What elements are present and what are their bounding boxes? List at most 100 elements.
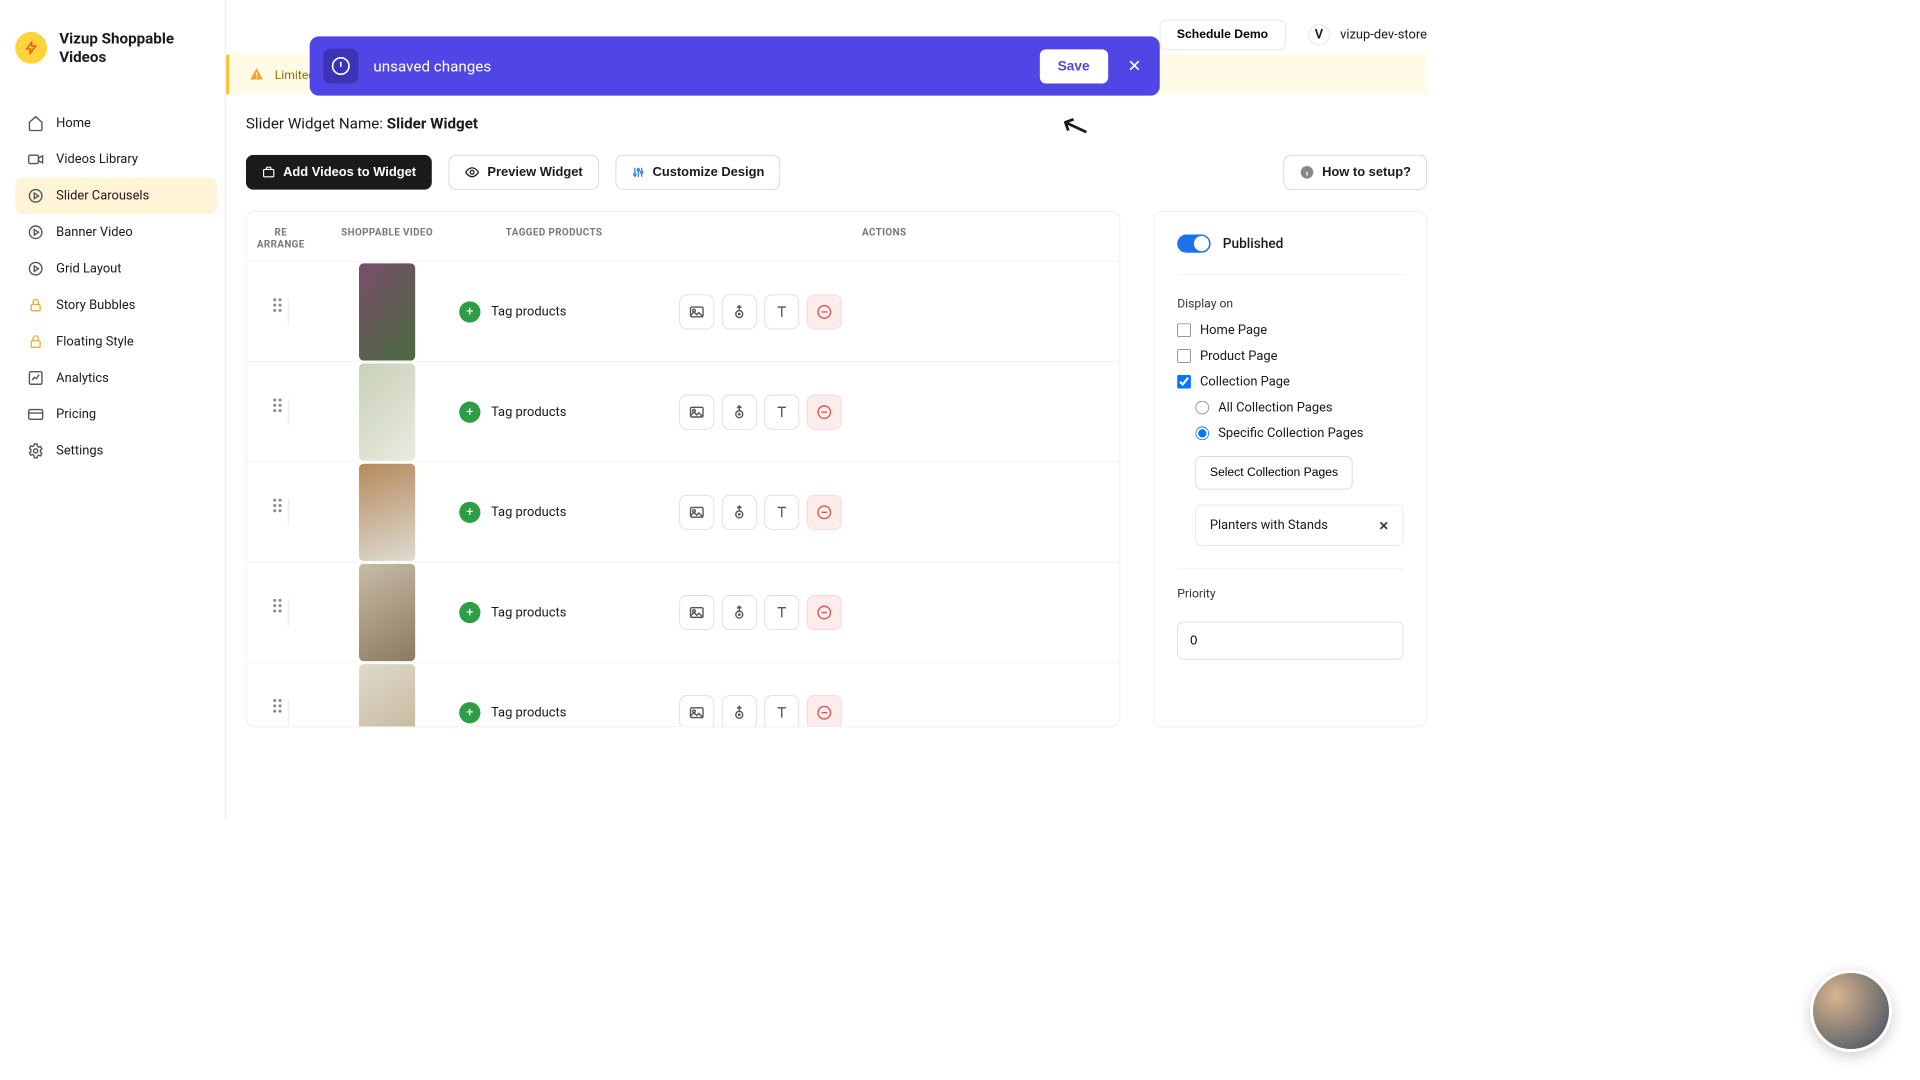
display-on-label: Display on xyxy=(1177,296,1403,310)
sidebar-item-analytics[interactable]: Analytics xyxy=(15,360,217,396)
warning-icon xyxy=(249,67,264,82)
table-header: REARRANGE SHOPPABLE VIDEO TAGGED PRODUCT… xyxy=(247,212,1120,261)
image-action-icon[interactable] xyxy=(679,394,714,429)
chart-icon xyxy=(27,370,44,387)
sidebar-item-label: Grid Layout xyxy=(56,261,121,276)
sidebar-item-videos-library[interactable]: Videos Library xyxy=(15,141,217,177)
widget-title: Slider Widget Name: Slider Widget xyxy=(246,114,1427,132)
table-row: +Tag products xyxy=(247,261,1120,361)
text-action-icon[interactable] xyxy=(764,294,799,329)
remove-chip-button[interactable]: ✕ xyxy=(1379,518,1389,532)
upload-action-icon[interactable] xyxy=(722,294,757,329)
priority-label: Priority xyxy=(1177,586,1403,600)
image-action-icon[interactable] xyxy=(679,495,714,530)
text-action-icon[interactable] xyxy=(764,394,799,429)
brand-name: Vizup Shoppable Videos xyxy=(59,29,196,67)
sidebar-item-pricing[interactable]: Pricing xyxy=(15,396,217,432)
select-collection-pages-button[interactable]: Select Collection Pages xyxy=(1195,456,1352,489)
sidebar-item-label: Settings xyxy=(56,443,103,458)
upload-action-icon[interactable] xyxy=(722,695,757,727)
specific-collection-radio[interactable]: Specific Collection Pages xyxy=(1195,426,1403,441)
dismiss-banner-button[interactable]: ✕ xyxy=(1123,57,1146,76)
add-videos-button[interactable]: Add Videos to Widget xyxy=(246,155,432,190)
sliders-icon xyxy=(631,165,645,179)
sidebar: Vizup Shoppable Videos Home Videos Libra… xyxy=(0,0,226,820)
widget-name: Slider Widget xyxy=(387,114,478,132)
schedule-demo-button[interactable]: Schedule Demo xyxy=(1159,20,1285,50)
plus-icon: + xyxy=(459,702,480,723)
drag-handle[interactable] xyxy=(247,599,315,626)
video-thumbnail[interactable] xyxy=(315,664,459,727)
sidebar-item-label: Story Bubbles xyxy=(56,298,135,313)
play-circle-icon xyxy=(27,260,44,277)
briefcase-icon xyxy=(262,165,276,179)
text-action-icon[interactable] xyxy=(764,595,799,630)
table-row: +Tag products xyxy=(247,462,1120,562)
video-thumbnail[interactable] xyxy=(315,564,459,661)
home-page-checkbox[interactable]: Home Page xyxy=(1177,323,1403,338)
col-rearrange: REARRANGE xyxy=(247,227,315,251)
image-action-icon[interactable] xyxy=(679,695,714,727)
upload-action-icon[interactable] xyxy=(722,495,757,530)
sidebar-item-slider-carousels[interactable]: Slider Carousels xyxy=(15,178,217,214)
sidebar-item-banner-video[interactable]: Banner Video xyxy=(15,214,217,250)
table-row: +Tag products xyxy=(247,562,1120,662)
sidebar-item-floating-style[interactable]: Floating Style xyxy=(15,323,217,359)
remove-action-icon[interactable] xyxy=(807,495,842,530)
tag-products-button[interactable]: +Tag products xyxy=(459,602,649,623)
remove-action-icon[interactable] xyxy=(807,695,842,727)
upload-action-icon[interactable] xyxy=(722,394,757,429)
plus-icon: + xyxy=(459,501,480,522)
tag-products-button[interactable]: +Tag products xyxy=(459,501,649,522)
unsaved-changes-banner: unsaved changes Save ✕ xyxy=(310,36,1160,95)
sidebar-item-grid-layout[interactable]: Grid Layout xyxy=(15,250,217,286)
gear-icon xyxy=(27,442,44,459)
image-action-icon[interactable] xyxy=(679,595,714,630)
published-toggle[interactable] xyxy=(1177,235,1210,253)
collection-page-checkbox[interactable]: Collection Page xyxy=(1177,374,1403,389)
tag-products-button[interactable]: +Tag products xyxy=(459,401,649,422)
brand-logo-icon xyxy=(15,32,47,64)
tag-products-button[interactable]: +Tag products xyxy=(459,301,649,322)
video-thumbnail[interactable] xyxy=(315,363,459,460)
home-icon xyxy=(27,115,44,132)
priority-input[interactable] xyxy=(1177,622,1403,660)
sidebar-item-label: Banner Video xyxy=(56,225,133,240)
unsaved-message: unsaved changes xyxy=(373,57,1024,75)
sidebar-item-settings[interactable]: Settings xyxy=(15,433,217,469)
drag-handle[interactable] xyxy=(247,298,315,325)
play-circle-icon xyxy=(27,187,44,204)
remove-action-icon[interactable] xyxy=(807,294,842,329)
how-to-setup-button[interactable]: How to setup? xyxy=(1283,155,1427,190)
text-action-icon[interactable] xyxy=(764,495,799,530)
remove-action-icon[interactable] xyxy=(807,595,842,630)
preview-widget-button[interactable]: Preview Widget xyxy=(449,155,599,190)
drag-handle[interactable] xyxy=(247,699,315,726)
tag-products-button[interactable]: +Tag products xyxy=(459,702,649,723)
chip-label: Planters with Stands xyxy=(1210,518,1328,533)
sidebar-item-home[interactable]: Home xyxy=(15,105,217,141)
drag-handle[interactable] xyxy=(247,398,315,425)
main-content: Schedule Demo V vizup-dev-store unsaved … xyxy=(226,0,1457,820)
upload-action-icon[interactable] xyxy=(722,595,757,630)
save-button[interactable]: Save xyxy=(1039,49,1107,83)
drag-handle[interactable] xyxy=(247,498,315,525)
image-action-icon[interactable] xyxy=(679,294,714,329)
text-action-icon[interactable] xyxy=(764,695,799,727)
video-thumbnail[interactable] xyxy=(315,263,459,360)
lock-icon xyxy=(27,297,44,314)
chat-support-button[interactable] xyxy=(1810,970,1892,1052)
video-thumbnail[interactable] xyxy=(315,464,459,561)
sidebar-item-story-bubbles[interactable]: Story Bubbles xyxy=(15,287,217,323)
videos-table: REARRANGE SHOPPABLE VIDEO TAGGED PRODUCT… xyxy=(246,211,1120,727)
customize-design-button[interactable]: Customize Design xyxy=(615,155,780,190)
store-switcher[interactable]: V vizup-dev-store xyxy=(1308,24,1427,45)
remove-action-icon[interactable] xyxy=(807,394,842,429)
col-actions: ACTIONS xyxy=(649,227,1120,251)
alert-circle-icon xyxy=(323,49,358,84)
product-page-checkbox[interactable]: Product Page xyxy=(1177,348,1403,363)
store-avatar: V xyxy=(1308,24,1329,45)
plus-icon: + xyxy=(459,301,480,322)
all-collection-radio[interactable]: All Collection Pages xyxy=(1195,400,1403,415)
table-row: +Tag products xyxy=(247,662,1120,727)
